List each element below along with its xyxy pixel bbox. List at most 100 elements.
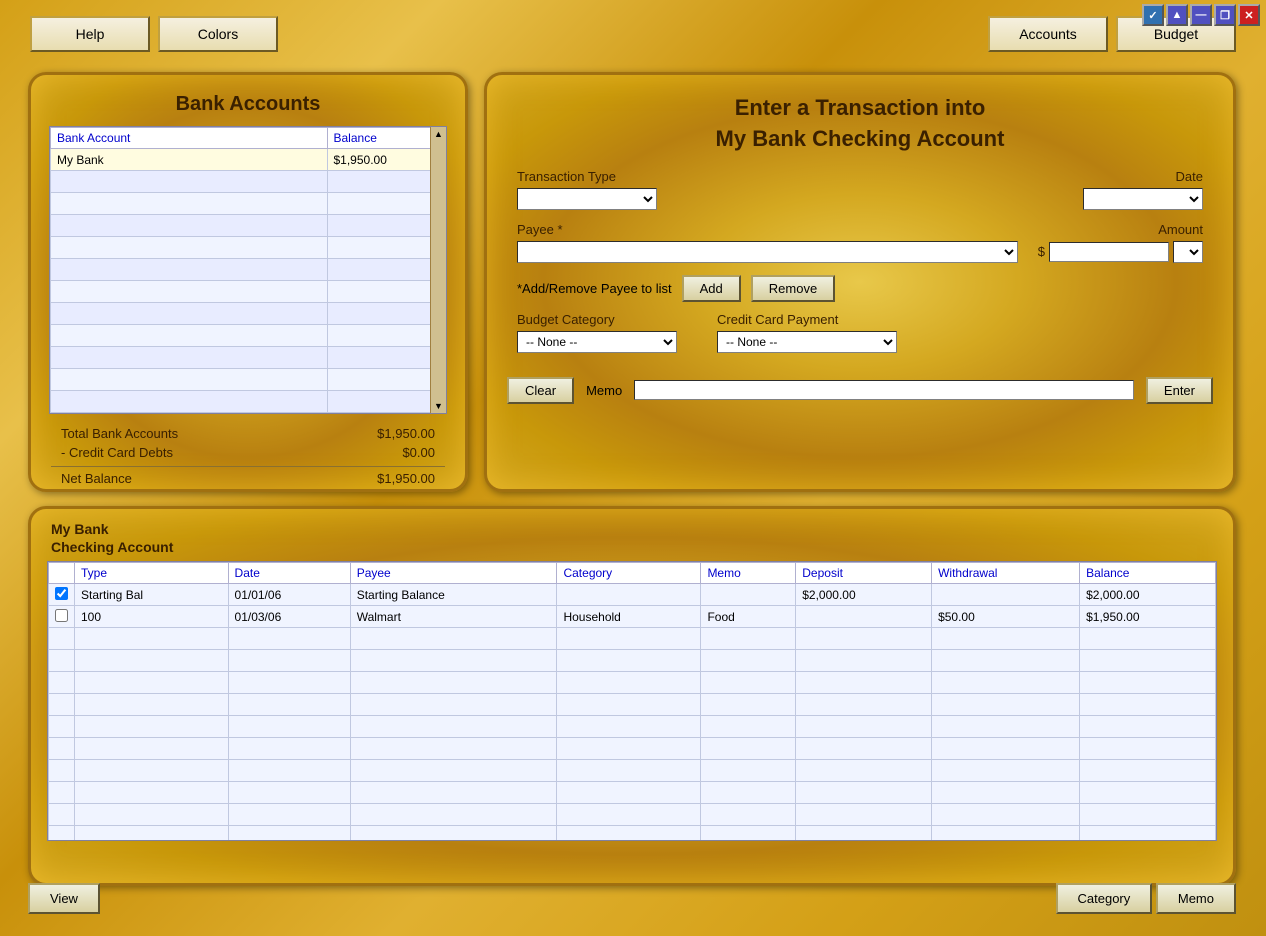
account-name-cell[interactable] bbox=[51, 259, 328, 281]
checkbox-cell[interactable] bbox=[49, 738, 75, 760]
account-name-cell[interactable] bbox=[51, 391, 328, 413]
account-balance-cell[interactable]: $1,950.00 bbox=[327, 149, 446, 171]
empty-cell bbox=[701, 694, 796, 716]
empty-cell bbox=[350, 738, 557, 760]
close-button[interactable]: ✕ bbox=[1238, 4, 1260, 26]
checkbox-cell[interactable] bbox=[49, 782, 75, 804]
ledger-table-container[interactable]: TypeDatePayeeCategoryMemoDepositWithdraw… bbox=[47, 561, 1217, 841]
account-balance-cell[interactable] bbox=[327, 391, 446, 413]
table-row[interactable] bbox=[51, 193, 446, 215]
empty-cell bbox=[1080, 694, 1216, 716]
table-row[interactable] bbox=[51, 259, 446, 281]
table-row[interactable] bbox=[51, 347, 446, 369]
restore-button[interactable]: ❐ bbox=[1214, 4, 1236, 26]
empty-cell bbox=[701, 672, 796, 694]
remove-payee-button[interactable]: Remove bbox=[751, 275, 835, 302]
account-name-cell[interactable] bbox=[51, 369, 328, 391]
table-row[interactable]: My Bank$1,950.00 bbox=[51, 149, 446, 171]
table-row[interactable] bbox=[49, 760, 1216, 782]
table-row[interactable]: Starting Bal01/01/06Starting Balance$2,0… bbox=[49, 584, 1216, 606]
amount-currency-select[interactable] bbox=[1173, 241, 1203, 263]
bank-accounts-panel: Bank Accounts Bank Account Balance My Ba… bbox=[28, 72, 468, 492]
table-row[interactable] bbox=[49, 628, 1216, 650]
checkbox-cell[interactable] bbox=[49, 672, 75, 694]
enter-button[interactable]: Enter bbox=[1146, 377, 1213, 404]
table-row[interactable] bbox=[51, 325, 446, 347]
account-balance-cell[interactable] bbox=[327, 259, 446, 281]
checkbox-cell[interactable] bbox=[49, 804, 75, 826]
table-row[interactable] bbox=[51, 237, 446, 259]
table-row[interactable] bbox=[49, 650, 1216, 672]
up-button[interactable]: ▲ bbox=[1166, 4, 1188, 26]
account-name-cell[interactable] bbox=[51, 215, 328, 237]
payee-select[interactable] bbox=[517, 241, 1018, 263]
transaction-type-select[interactable]: Deposit Withdrawal Transfer bbox=[517, 188, 657, 210]
add-payee-button[interactable]: Add bbox=[682, 275, 741, 302]
net-value: $1,950.00 bbox=[377, 471, 435, 486]
total-label: Total Bank Accounts bbox=[61, 426, 178, 441]
table-row[interactable] bbox=[51, 215, 446, 237]
checkbox-cell[interactable] bbox=[49, 760, 75, 782]
table-row[interactable] bbox=[49, 716, 1216, 738]
memo-input[interactable] bbox=[634, 380, 1134, 400]
checkbox-cell[interactable] bbox=[49, 584, 75, 606]
table-row[interactable] bbox=[51, 391, 446, 413]
checkbox-cell[interactable] bbox=[49, 694, 75, 716]
date-select[interactable] bbox=[1083, 188, 1203, 210]
memo-bottom-button[interactable]: Memo bbox=[1156, 883, 1236, 914]
account-balance-cell[interactable] bbox=[327, 237, 446, 259]
credit-card-select[interactable]: -- None -- bbox=[717, 331, 897, 353]
table-row[interactable]: 10001/03/06WalmartHouseholdFood$50.00$1,… bbox=[49, 606, 1216, 628]
check-button[interactable]: ✓ bbox=[1142, 4, 1164, 26]
transaction-panel: Enter a Transaction into My Bank Checkin… bbox=[484, 72, 1236, 492]
table-row[interactable] bbox=[49, 672, 1216, 694]
clear-button[interactable]: Clear bbox=[507, 377, 574, 404]
account-balance-cell[interactable] bbox=[327, 325, 446, 347]
account-name-cell[interactable] bbox=[51, 303, 328, 325]
checkbox-cell[interactable] bbox=[49, 628, 75, 650]
account-balance-cell[interactable] bbox=[327, 303, 446, 325]
help-button[interactable]: Help bbox=[30, 16, 150, 52]
accounts-button[interactable]: Accounts bbox=[988, 16, 1108, 52]
account-balance-cell[interactable] bbox=[327, 347, 446, 369]
empty-cell bbox=[701, 782, 796, 804]
table-row[interactable] bbox=[49, 826, 1216, 842]
account-balance-cell[interactable] bbox=[327, 281, 446, 303]
table-row[interactable] bbox=[51, 303, 446, 325]
budget-category-select[interactable]: -- None -- bbox=[517, 331, 677, 353]
row-checkbox[interactable] bbox=[55, 609, 68, 622]
account-name-cell[interactable] bbox=[51, 325, 328, 347]
table-row[interactable] bbox=[51, 171, 446, 193]
table-row[interactable] bbox=[51, 281, 446, 303]
account-balance-cell[interactable] bbox=[327, 171, 446, 193]
empty-cell bbox=[796, 782, 932, 804]
account-name-cell[interactable] bbox=[51, 171, 328, 193]
category-button[interactable]: Category bbox=[1056, 883, 1153, 914]
minimize-button[interactable]: — bbox=[1190, 4, 1212, 26]
view-button[interactable]: View bbox=[28, 883, 100, 914]
account-balance-cell[interactable] bbox=[327, 369, 446, 391]
account-name-cell[interactable] bbox=[51, 281, 328, 303]
checkbox-cell[interactable] bbox=[49, 826, 75, 842]
account-name-cell[interactable] bbox=[51, 237, 328, 259]
checkbox-cell[interactable] bbox=[49, 606, 75, 628]
account-name-cell[interactable] bbox=[51, 193, 328, 215]
accounts-scrollbar[interactable] bbox=[430, 127, 446, 413]
account-name-cell[interactable] bbox=[51, 347, 328, 369]
empty-cell bbox=[557, 738, 701, 760]
amount-input[interactable] bbox=[1049, 242, 1169, 262]
empty-cell bbox=[557, 650, 701, 672]
colors-button[interactable]: Colors bbox=[158, 16, 278, 52]
row-checkbox[interactable] bbox=[55, 587, 68, 600]
table-row[interactable] bbox=[49, 782, 1216, 804]
checkbox-cell[interactable] bbox=[49, 650, 75, 672]
account-balance-cell[interactable] bbox=[327, 215, 446, 237]
account-name-cell[interactable]: My Bank bbox=[51, 149, 328, 171]
checkbox-cell[interactable] bbox=[49, 716, 75, 738]
table-row[interactable] bbox=[51, 369, 446, 391]
empty-cell bbox=[796, 738, 932, 760]
table-row[interactable] bbox=[49, 804, 1216, 826]
table-row[interactable] bbox=[49, 694, 1216, 716]
table-row[interactable] bbox=[49, 738, 1216, 760]
account-balance-cell[interactable] bbox=[327, 193, 446, 215]
